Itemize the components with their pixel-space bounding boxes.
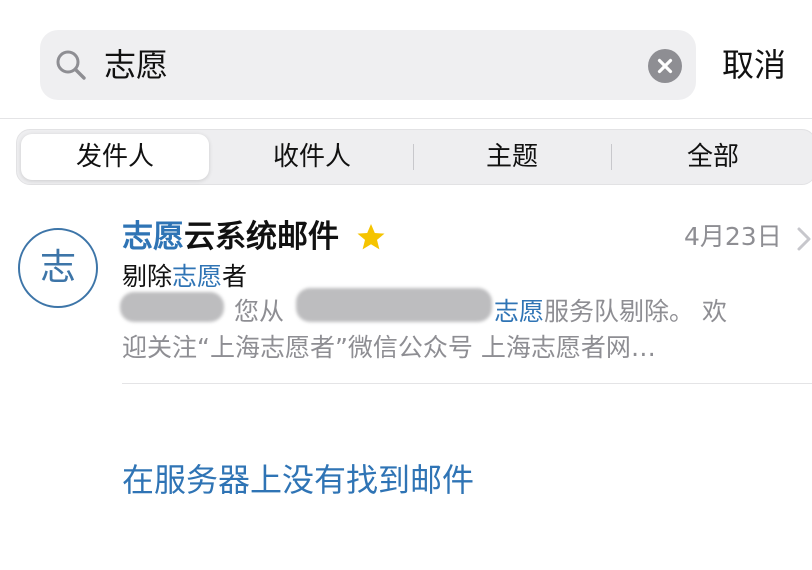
star-icon: [357, 224, 385, 250]
sender-highlight: 志愿: [122, 219, 184, 255]
message-date: 4月23日: [684, 222, 782, 251]
search-scope-control: 发件人 收件人 主题 全部: [16, 129, 812, 185]
preview-text-a: 您从: [234, 297, 285, 326]
chevron-right-icon: [797, 227, 811, 251]
scope-all[interactable]: 全部: [613, 130, 812, 184]
scope-subject[interactable]: 主题: [415, 130, 609, 184]
mail-search-screen: 志愿 取消 发件人 收件人 主题 全部 志 志愿云系统邮件 4月23日 剔除志愿…: [0, 0, 812, 570]
message-subject: 剔除志愿者: [122, 258, 247, 296]
scope-recipient[interactable]: 收件人: [215, 130, 409, 184]
redaction-mask: [120, 292, 224, 322]
redaction-mask: [296, 288, 492, 322]
avatar-initial: 志: [39, 247, 76, 288]
scope-sender[interactable]: 发件人: [21, 134, 209, 180]
segment-separator: [413, 144, 414, 170]
preview-highlight: 志愿: [494, 297, 545, 326]
cancel-button[interactable]: 取消: [722, 44, 786, 86]
search-input[interactable]: 志愿: [104, 44, 168, 86]
search-icon: [56, 50, 86, 80]
server-search-link[interactable]: 在服务器上没有找到邮件: [122, 458, 474, 502]
search-field[interactable]: 志愿: [40, 30, 696, 100]
subject-prefix: 剔除: [122, 262, 173, 291]
sender-rest: 云系统邮件: [184, 219, 339, 255]
sender-name: 志愿云系统邮件: [122, 216, 339, 258]
preview-line-2: 迎关注“上海志愿者”微信公众号 上海志愿者网…: [122, 333, 656, 362]
divider: [0, 118, 812, 119]
divider: [122, 383, 812, 384]
clear-search-icon[interactable]: [648, 49, 682, 83]
subject-suffix: 者: [222, 262, 248, 291]
subject-highlight: 志愿: [172, 262, 223, 291]
avatar: 志: [18, 228, 98, 308]
preview-text-b: 服务队剔除。 欢: [544, 297, 727, 326]
segment-separator: [611, 144, 612, 170]
